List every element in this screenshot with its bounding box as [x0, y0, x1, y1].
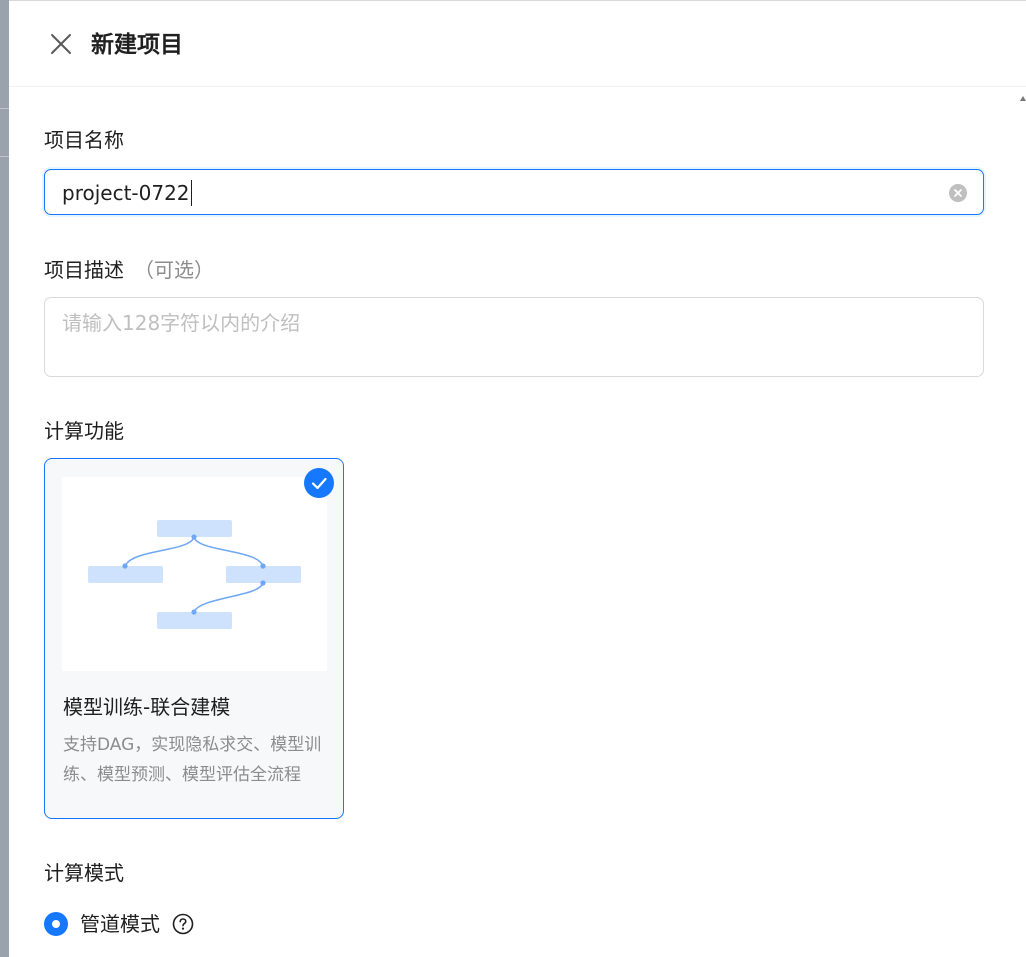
check-circle-icon [304, 468, 334, 498]
drawer-title: 新建项目 [91, 32, 183, 58]
dag-flow-icon [62, 477, 327, 671]
new-project-drawer: 新建项目 项目名称 project-0722 项目描述 （可选） 请输入128字符… [9, 0, 1026, 957]
radio-dot [52, 920, 60, 928]
question-circle-icon[interactable] [172, 913, 194, 935]
description-placeholder: 请输入128字符以内的介绍 [62, 311, 301, 335]
clear-circle-icon[interactable] [949, 184, 967, 202]
close-icon[interactable] [49, 32, 73, 56]
card-title: 模型训练-联合建模 [63, 695, 231, 719]
project-description-label: 项目描述 （可选） [44, 258, 214, 282]
project-name-value: project-0722 [62, 180, 192, 206]
scroll-up-icon[interactable] [1020, 96, 1026, 101]
text-caret [190, 180, 192, 206]
compute-function-label: 计算功能 [44, 419, 124, 443]
project-name-input[interactable]: project-0722 [44, 169, 984, 215]
radio-button-checked[interactable] [44, 912, 68, 936]
compute-mode-label: 计算模式 [44, 861, 124, 885]
radio-label: 管道模式 [80, 912, 160, 936]
card-description: 支持DAG，实现隐私求交、模型训练、模型预测、模型评估全流程 [63, 735, 322, 785]
function-card-federated-modeling[interactable]: 模型训练-联合建模 支持DAG，实现隐私求交、模型训练、模型预测、模型评估全流程 [44, 458, 344, 819]
project-description-textarea[interactable]: 请输入128字符以内的介绍 [44, 297, 984, 377]
optional-hint: （可选） [134, 258, 214, 282]
radio-option-pipeline[interactable]: 管道模式 [44, 909, 194, 939]
drawer-header: 新建项目 [9, 1, 1026, 87]
project-name-label: 项目名称 [44, 128, 124, 152]
